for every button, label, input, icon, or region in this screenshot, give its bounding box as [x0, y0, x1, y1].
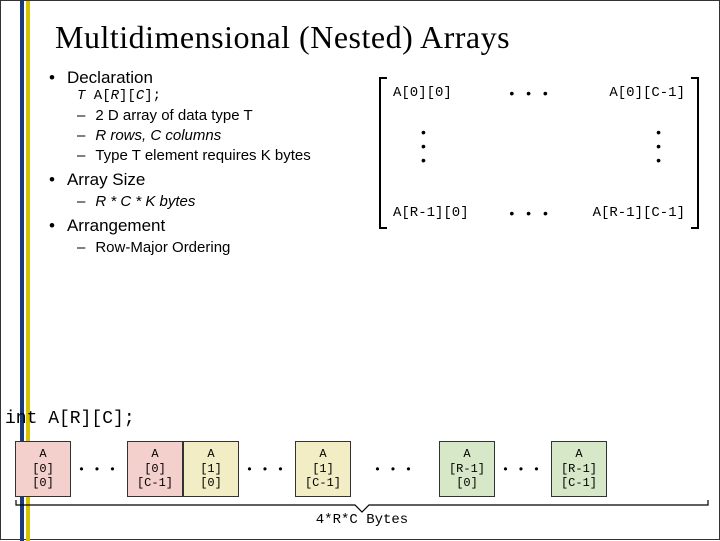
gap-4: • • • — [495, 441, 551, 497]
arr-sub-1: Row-Major Ordering — [77, 239, 719, 256]
matrix-tr: A[0][C-1] — [609, 85, 685, 101]
gap-3: • • • — [351, 441, 439, 497]
brace-label: 4*R*C Bytes — [15, 512, 709, 528]
slide: Multidimensional (Nested) Arrays Declara… — [0, 0, 720, 540]
matrix-dots-right: ••• — [656, 125, 661, 167]
matrix-row-bottom: A[R-1][0] • • • A[R-1][C-1] — [393, 205, 685, 221]
matrix-tl: A[0][0] — [393, 85, 452, 101]
brace-bytes: 4*R*C Bytes — [15, 499, 709, 529]
memory-layout: A[0][0] • • • A[0][C-1] A[1][0] • • • A[… — [15, 441, 607, 497]
cell-a0c: A[0][C-1] — [127, 441, 183, 497]
matrix-dots-left: ••• — [421, 125, 426, 167]
gap-2: • • • — [239, 441, 295, 497]
layout-decl: int A[R][C]; — [5, 409, 135, 429]
bracket-left — [379, 77, 387, 229]
brace-icon — [15, 499, 709, 513]
matrix-diagram: A[0][0] • • • A[0][C-1] ••• ••• A[R-1][0… — [379, 77, 699, 229]
cell-a00: A[0][0] — [15, 441, 71, 497]
gap-1: • • • — [71, 441, 127, 497]
cell-a10: A[1][0] — [183, 441, 239, 497]
matrix-bl: A[R-1][0] — [393, 205, 469, 221]
matrix-dots-top: • • • — [509, 85, 551, 101]
arr-sub-list: Row-Major Ordering — [49, 239, 719, 256]
matrix-dots-bottom: • • • — [509, 205, 551, 221]
cell-ar0: A[R-1][0] — [439, 441, 495, 497]
cell-a1c: A[1][C-1] — [295, 441, 351, 497]
cell-arc: A[R-1][C-1] — [551, 441, 607, 497]
matrix-row-top: A[0][0] • • • A[0][C-1] — [393, 85, 685, 101]
slide-title: Multidimensional (Nested) Arrays — [41, 1, 719, 64]
bracket-right — [691, 77, 699, 229]
matrix-br: A[R-1][C-1] — [593, 205, 685, 221]
